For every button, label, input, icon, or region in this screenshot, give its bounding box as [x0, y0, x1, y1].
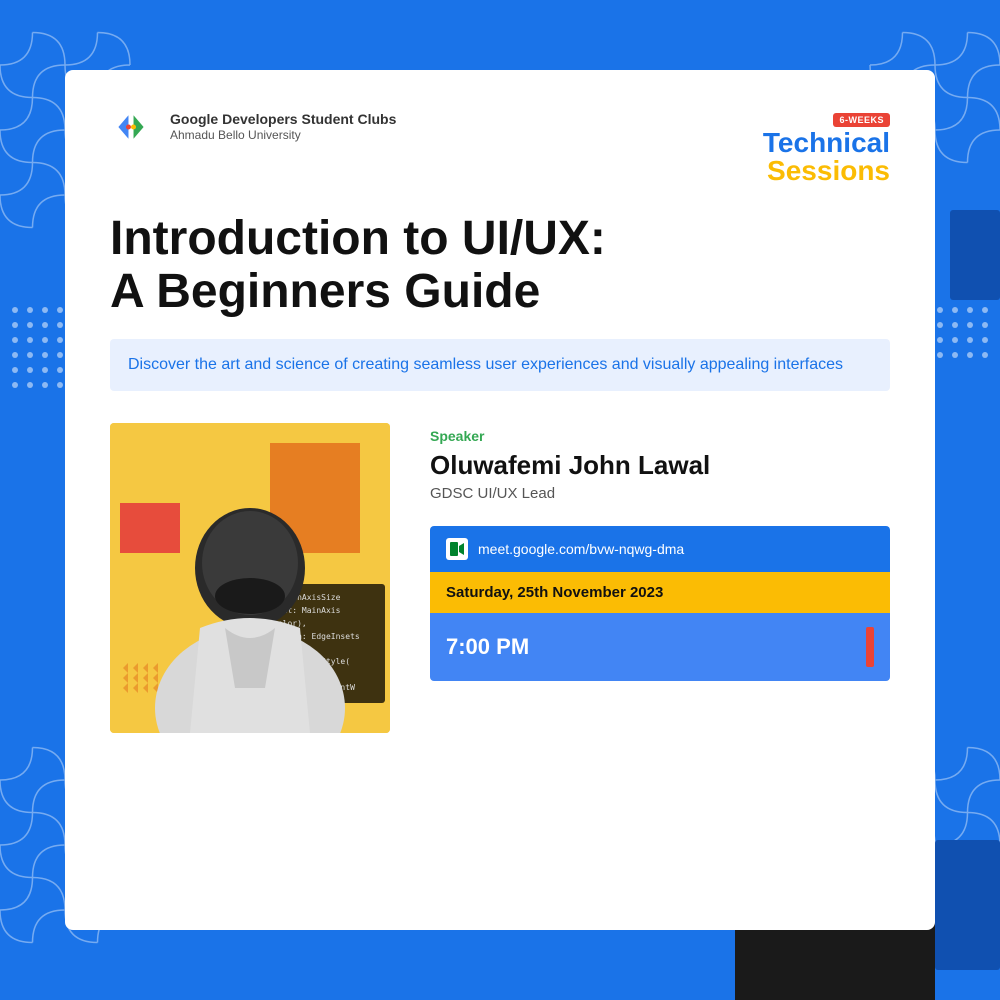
gdsc-logo: Google Developers Student Clubs Ahmadu B…	[110, 110, 396, 144]
speaker-portrait	[140, 448, 360, 733]
event-time-box: 7:00 PM	[430, 613, 890, 681]
title-line2: A Beginners Guide	[110, 265, 540, 318]
sessions-label: Sessions	[763, 157, 890, 185]
gdsc-org-name: Google Developers Student Clubs	[170, 110, 396, 128]
event-time: 7:00 PM	[446, 634, 529, 660]
tech-sessions-badge: 6-WEEKS Technical Sessions	[763, 110, 890, 185]
content-row: : MainAxisSize ment: MainAxis color), ma…	[110, 423, 890, 733]
meet-link-text: meet.google.com/bvw-nqwg-dma	[478, 541, 684, 557]
speaker-name: Oluwafemi John Lawal	[430, 450, 890, 481]
main-card: Google Developers Student Clubs Ahmadu B…	[65, 70, 935, 930]
title-line1: Introduction to UI/UX:	[110, 212, 606, 265]
event-date-box: Saturday, 25th November 2023	[430, 572, 890, 613]
gdsc-chevrons-icon	[110, 113, 152, 141]
speaker-photo-container: : MainAxisSize ment: MainAxis color), ma…	[110, 423, 390, 733]
header-row: Google Developers Student Clubs Ahmadu B…	[110, 110, 890, 185]
gdsc-university-name: Ahmadu Bello University	[170, 128, 396, 144]
event-title: Introduction to UI/UX: A Beginners Guide	[110, 213, 890, 319]
weeks-badge: 6-WEEKS	[833, 113, 890, 127]
technical-label: Technical	[763, 129, 890, 157]
google-meet-icon	[446, 538, 468, 560]
event-date: Saturday, 25th November 2023	[446, 584, 663, 601]
description-box: Discover the art and science of creating…	[110, 339, 890, 391]
gdsc-text-block: Google Developers Student Clubs Ahmadu B…	[170, 110, 396, 144]
speaker-role: GDSC UI/UX Lead	[430, 485, 890, 502]
meet-link-box[interactable]: meet.google.com/bvw-nqwg-dma	[430, 526, 890, 572]
speaker-info: Speaker Oluwafemi John Lawal GDSC UI/UX …	[430, 423, 890, 681]
time-red-accent	[866, 627, 874, 667]
description-text: Discover the art and science of creating…	[128, 353, 872, 377]
speaker-label: Speaker	[430, 428, 890, 444]
